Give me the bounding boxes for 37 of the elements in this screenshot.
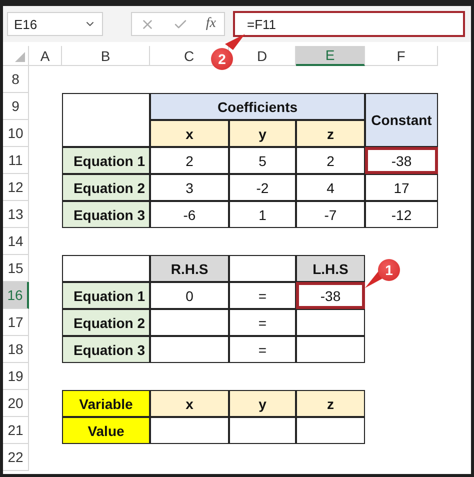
table-cell: 4 [296,174,365,201]
row-label: Equation 1 [62,147,150,174]
table-header: x [150,390,229,417]
table-header: z [296,390,365,417]
row-label: Value [62,417,150,444]
table-cell: -7 [296,201,365,228]
table-cell: 2 [296,147,365,174]
table-header: x [150,120,229,147]
row-label: Equation 3 [62,336,150,363]
row-label: Equation 3 [62,201,150,228]
table-header: z [296,120,365,147]
table-header: R.H.S [150,255,229,282]
table-cell: 5 [229,147,296,174]
table-cell: -2 [229,174,296,201]
table-header: Coefficients [150,93,365,120]
table-cell: 17 [365,174,438,201]
table-cell: = [229,282,296,309]
table-cell: -38 [365,147,438,174]
table-cell: 2 [150,147,229,174]
row-label: Equation 2 [62,174,150,201]
table-cell: -12 [365,201,438,228]
table-cell: -38 [296,282,365,309]
callout-badge: 1 [378,259,400,281]
table-header: y [229,390,296,417]
table-header: L.H.S [296,255,365,282]
table-cell: = [229,336,296,363]
table-cell: 1 [229,201,296,228]
table-cell: 0 [150,282,229,309]
table-cell: 3 [150,174,229,201]
table-header: y [229,120,296,147]
row-label: Equation 1 [62,282,150,309]
table-header: Constant [365,93,438,147]
cell-reference: E16 [14,16,38,32]
table-cell: -6 [150,201,229,228]
table-cell: = [229,309,296,336]
row-label: Equation 2 [62,309,150,336]
row-label: Variable [62,390,150,417]
